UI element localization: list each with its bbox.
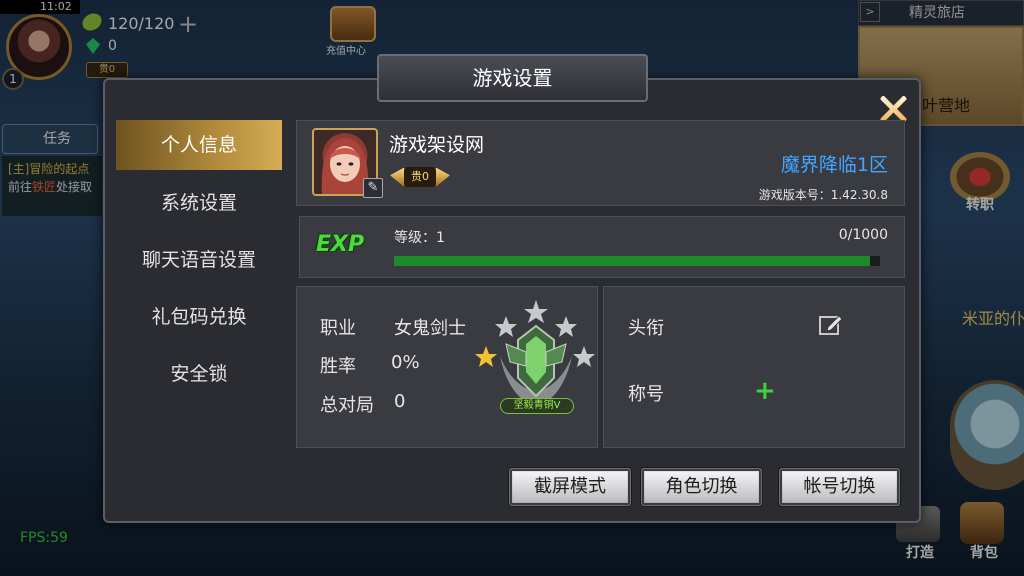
dialog-title: 游戏设置 <box>377 54 648 102</box>
switch-role-button[interactable]: 角色切换 <box>641 468 762 506</box>
server-name: 魔界降临1区 <box>780 154 888 176</box>
edit-avatar-icon[interactable]: ✎ <box>363 178 383 198</box>
winrate-value: 0% <box>391 352 420 373</box>
exp-progress-text: 0/1000 <box>838 227 888 243</box>
edit-icon[interactable] <box>819 314 843 336</box>
titles-panel <box>603 286 905 448</box>
nav-system-settings[interactable]: 系统设置 <box>116 178 282 228</box>
nav-chat-voice-settings[interactable]: 聊天语音设置 <box>116 235 282 285</box>
job-value: 女鬼剑士 <box>394 318 466 339</box>
screenshot-mode-button[interactable]: 截屏模式 <box>509 468 631 506</box>
vip-rank-badge: 贵0 <box>390 164 450 190</box>
nav-security-lock[interactable]: 安全锁 <box>116 349 282 399</box>
winrate-label: 胜率 <box>320 356 356 377</box>
exp-logo: EXP <box>316 232 365 257</box>
exp-progress-fill <box>394 256 871 266</box>
total-games-label: 总对局 <box>320 395 374 416</box>
total-games-value: 0 <box>394 391 406 412</box>
nav-personal-info[interactable]: 个人信息 <box>116 120 282 170</box>
game-version: 游戏版本号：1.42.30.8 <box>758 188 888 202</box>
switch-account-button[interactable]: 帐号切换 <box>779 468 900 506</box>
exp-panel <box>299 216 905 278</box>
title-label: 称号 <box>628 384 664 405</box>
rank-name: 坚毅青铜V <box>500 398 574 414</box>
job-label: 职业 <box>320 318 356 339</box>
vip-rank-text: 贵0 <box>404 167 436 187</box>
player-name: 游戏架设网 <box>389 134 485 156</box>
nav-gift-code[interactable]: 礼包码兑换 <box>116 292 282 342</box>
level-label: 等级：1 <box>394 230 445 246</box>
headwear-label: 头衔 <box>628 318 664 339</box>
exp-progress-bar <box>394 256 880 266</box>
add-title-icon[interactable]: + <box>754 378 776 404</box>
